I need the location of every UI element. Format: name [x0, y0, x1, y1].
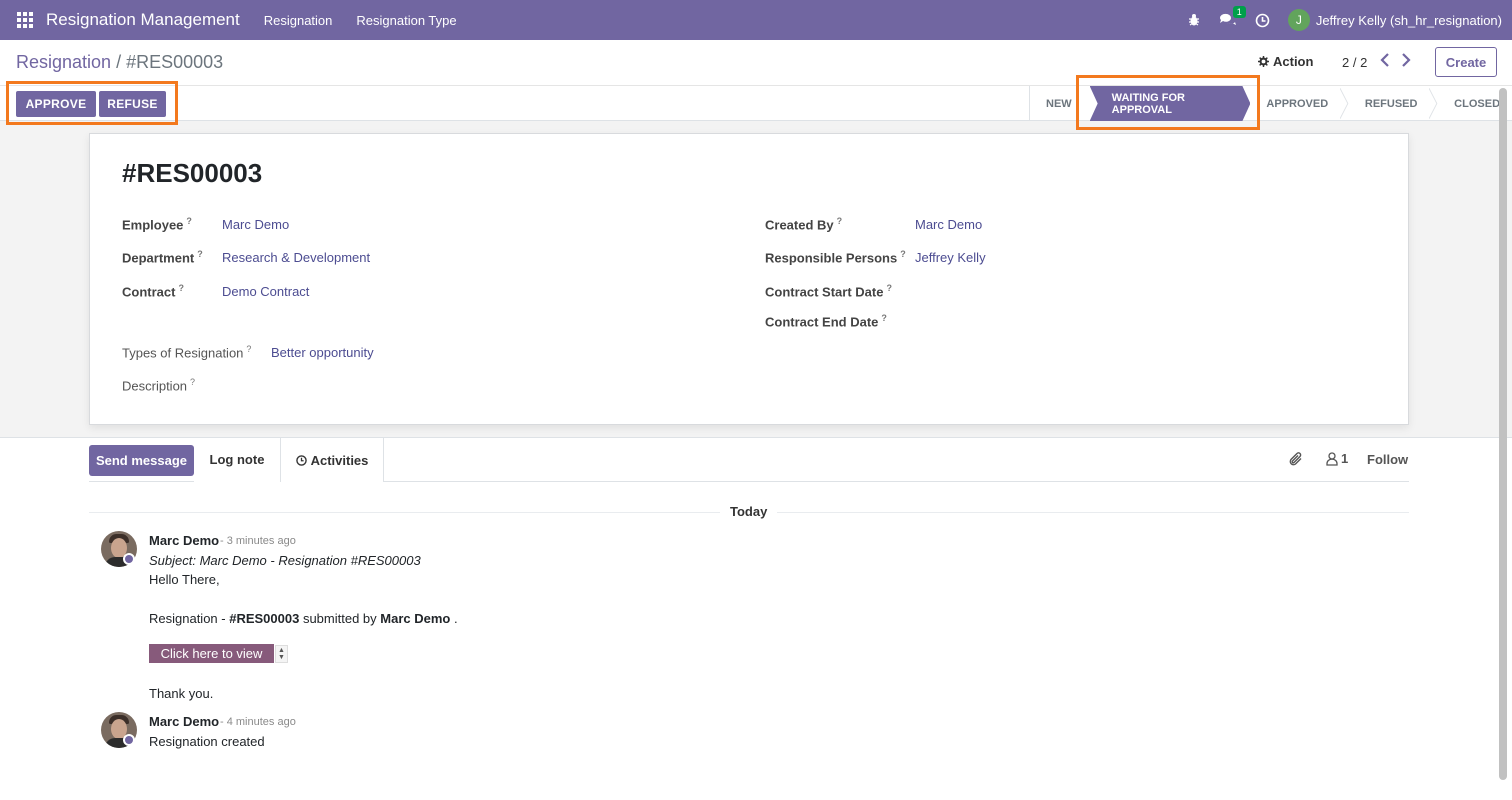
activities-label: Activities: [310, 452, 369, 468]
create-button[interactable]: Create: [1435, 47, 1497, 77]
message-body: Resignation created: [149, 734, 265, 749]
message-closing: Thank you.: [149, 686, 214, 701]
contract-end-date-label: Contract End Date?: [765, 313, 887, 330]
pager-previous-icon[interactable]: [1380, 53, 1390, 70]
created-by-label: Created By?: [765, 216, 843, 233]
click-here-to-view-button[interactable]: Click here to view: [149, 644, 274, 663]
clock-icon: [295, 454, 307, 466]
message-time: - 4 minutes ago: [220, 716, 296, 728]
employee-value[interactable]: Marc Demo: [222, 217, 289, 232]
contract-value[interactable]: Demo Contract: [222, 284, 309, 299]
activities-button[interactable]: Activities: [280, 438, 384, 482]
pager-value[interactable]: 2 / 2: [1342, 55, 1367, 70]
message-time: - 3 minutes ago: [220, 535, 296, 547]
department-value[interactable]: Research & Development: [222, 250, 370, 265]
department-label: Department?: [122, 249, 203, 266]
user-avatar[interactable]: J: [1287, 9, 1310, 31]
send-message-button[interactable]: Send message: [89, 445, 194, 476]
messages-icon[interactable]: 1: [1219, 5, 1246, 28]
debug-icon[interactable]: [1187, 13, 1201, 27]
activity-clock-icon[interactable]: [1255, 13, 1270, 28]
message-subject: Subject: Marc Demo - Resignation #RES000…: [149, 553, 421, 568]
user-menu[interactable]: Jeffrey Kelly (sh_hr_resignation): [1316, 13, 1502, 28]
breadcrumb-separator: /: [116, 52, 122, 72]
log-note-button[interactable]: Log note: [194, 438, 280, 482]
record-title: #RES00003: [122, 158, 263, 188]
scrollbar[interactable]: [1499, 88, 1507, 780]
types-of-resignation-value[interactable]: Better opportunity: [271, 345, 374, 360]
stage-chevron: [1429, 88, 1438, 119]
pager-next-icon[interactable]: [1401, 53, 1411, 70]
gear-icon: [1258, 56, 1269, 67]
messages-badge: 1: [1232, 5, 1246, 18]
spinner-arrows-icon[interactable]: ▲ ▼: [275, 645, 288, 663]
breadcrumb-current: #RES00003: [126, 52, 224, 72]
message-line: Resignation - #RES00003 submitted by Mar…: [149, 611, 458, 626]
action-label: Action: [1273, 54, 1314, 69]
contract-start-date-label: Contract Start Date?: [765, 283, 892, 300]
menu-resignation[interactable]: Resignation: [264, 13, 333, 28]
presence-indicator: [123, 734, 135, 746]
date-separator-label: Today: [720, 504, 778, 519]
action-dropdown[interactable]: Action: [1258, 54, 1313, 69]
description-label: Description?: [122, 377, 196, 394]
responsible-persons-label: Responsible Persons?: [765, 249, 906, 266]
top-navbar: Resignation Management Resignation Resig…: [0, 0, 1512, 40]
contract-label: Contract?: [122, 283, 184, 300]
approve-button[interactable]: APPROVE: [16, 91, 96, 117]
responsible-persons-value[interactable]: Jeffrey Kelly: [915, 250, 986, 265]
chatter: Send message Log note Activities 1 Follo…: [0, 437, 1512, 800]
breadcrumb: Resignation / #RES00003: [16, 52, 223, 73]
stage-chevron: [1340, 88, 1349, 119]
stage-new[interactable]: NEW: [1030, 86, 1084, 121]
employee-label: Employee?: [122, 216, 192, 233]
control-panel: Resignation / #RES00003 Action 2 / 2 Creat…: [0, 40, 1512, 121]
created-by-value[interactable]: Marc Demo: [915, 217, 982, 232]
apps-menu-icon[interactable]: [17, 12, 33, 28]
message-greeting: Hello There,: [149, 572, 220, 587]
chatter-divider: [384, 481, 1409, 482]
follow-button[interactable]: Follow: [1367, 452, 1408, 467]
followers-count: 1: [1341, 451, 1349, 466]
followers-button[interactable]: 1: [1326, 451, 1348, 466]
refuse-button[interactable]: REFUSE: [99, 91, 166, 117]
user-icon: [1326, 451, 1338, 466]
stage-approved[interactable]: APPROVED: [1250, 86, 1340, 121]
form-sheet: #RES00003 Employee? Marc Demo Department…: [89, 133, 1409, 425]
chatter-divider: [89, 481, 194, 482]
presence-indicator: [123, 553, 135, 565]
breadcrumb-parent[interactable]: Resignation: [16, 52, 111, 72]
stage-waiting-for-approval[interactable]: WAITING FOR APPROVAL: [1090, 86, 1251, 121]
statusbar: NEW WAITING FOR APPROVAL APPROVED REFUSE…: [1029, 86, 1512, 121]
paperclip-icon[interactable]: [1288, 451, 1304, 470]
message-author[interactable]: Marc Demo: [149, 714, 219, 729]
stage-refused[interactable]: REFUSED: [1349, 86, 1430, 121]
menu-resignation-type[interactable]: Resignation Type: [356, 13, 456, 28]
status-row: APPROVE REFUSE NEW WAITING FOR APPROVAL …: [0, 85, 1512, 121]
types-of-resignation-label: Types of Resignation?: [122, 344, 252, 361]
app-brand[interactable]: Resignation Management: [46, 10, 240, 30]
message-author[interactable]: Marc Demo: [149, 533, 219, 548]
